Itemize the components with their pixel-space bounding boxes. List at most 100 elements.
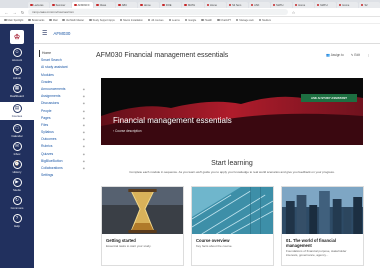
course-description-link[interactable]: › Course description [113,129,142,133]
dashboard-icon: ▦ [12,84,22,93]
edit-button[interactable]: ✎ Edit [351,53,360,57]
star-icon[interactable]: ☆ [291,10,296,15]
global-nav-history[interactable]: ⌚ History [0,160,34,174]
banner-mountain-image [101,78,363,145]
global-nav-admin[interactable]: ⚒ Admin [0,66,34,80]
tab-label: Home [342,3,350,7]
bookmark-label: Mail [52,18,58,22]
global-nav-calendar[interactable]: □ Calendar [0,124,34,138]
bookmark-item[interactable]: Learns [168,18,180,22]
course-nav-announcements[interactable]: Announcements ◉ [39,86,89,93]
global-nav-courses[interactable]: ▤ Courses [0,102,34,120]
module-card-world-of-financial-management[interactable]: 01. The world of financial management Fo… [281,186,364,266]
tab-label: ABC [121,3,128,7]
address-bar: ← → ↻ mmp.caas.mmmm/courses/mm ☆ [0,8,380,17]
card-title: 01. The world of financial management [286,238,337,248]
global-nav-help[interactable]: ? Help [0,214,34,228]
forward-icon[interactable]: → [12,10,17,15]
tab-favicon-icon [250,3,254,7]
course-nav-smart-search[interactable]: Smart Search [39,57,89,64]
bookmark-item[interactable]: Medium [258,18,272,22]
course-nav-files[interactable]: Files ◉ [39,122,89,129]
tab-favicon-icon [360,3,364,7]
institution-logo[interactable]: ♔ [0,30,34,44]
course-nav-label: Modules [41,72,54,77]
bookmark-label: Macro Installation [123,18,143,22]
bookmark-label: Learns [172,18,180,22]
start-learning-description: Complete each module in sequence. As you… [129,170,335,174]
bookmark-item[interactable]: Vat Math Master [62,19,84,22]
course-nav-label: Discussions [41,101,60,106]
course-nav-collaborations[interactable]: Collaborations ◉ [39,165,89,172]
bookmark-item[interactable]: Mail [49,19,57,22]
reload-icon[interactable]: ↻ [20,10,25,15]
module-card-getting-started[interactable]: Getting started Essential tasks to start… [101,186,184,266]
bookmark-label: Study Support Apps [92,18,115,22]
bookmark-item[interactable]: Manage web [235,18,254,22]
course-nav-ai-study-assistant[interactable]: AI study assistant [39,64,89,71]
bookmark-icon [89,18,92,22]
tab-favicon-icon [140,3,143,7]
bookmark-item[interactable]: ChatGPT [217,19,231,22]
global-nav-label: Inbox [13,152,21,156]
tab-favicon-icon [118,3,121,7]
module-card-course-overview[interactable]: Course overview Key facts about the cour… [191,186,274,266]
breadcrumb-course[interactable]: AFM030 [53,31,70,36]
bookmark-item[interactable]: Study Support Apps [89,19,115,22]
tab-favicon-icon [316,3,320,7]
course-nav: Home Smart Search AI study assistant Module… [39,50,89,179]
bookmark-item[interactable]: Google [184,19,196,22]
course-nav-rubrics[interactable]: Rubrics ◉ [39,143,89,150]
bookmark-item[interactable]: Main Spotlight [4,19,23,22]
global-nav-inbox[interactable]: ✉ Inbox [0,142,34,156]
global-nav-commons[interactable]: ↻ Commons [0,196,34,210]
course-nav-grades[interactable]: Grades [39,79,89,86]
bookmark-item[interactable]: Health [201,19,212,22]
global-nav-dashboard[interactable]: ▦ Dashboard [0,84,34,98]
course-nav-bigbluebutton[interactable]: BigBlueButton ◉ [39,158,89,165]
tab-bar: Lectures Summer AFM030 F Class ABC Home DOE MAT… [0,0,380,8]
inbox-icon: ✉ [12,142,22,151]
course-nav-assignments[interactable]: Assignments ◉ [39,93,89,100]
menu-toggle-icon[interactable]: ☰ [42,30,47,37]
course-nav-outcomes[interactable]: Outcomes ◉ [39,136,89,143]
tab-favicon-icon [228,3,232,7]
more-options-icon[interactable]: ⋮ [367,53,370,57]
history-icon: ⌚ [12,160,22,169]
course-nav-label: Files [41,122,49,127]
course-nav-settings[interactable]: Settings [39,172,89,179]
global-nav-studio[interactable]: ▶ Studio [0,178,34,192]
bookmark-icon [235,18,239,22]
course-nav-discussions[interactable]: Discussions ◉ [39,100,89,107]
ask-ai-assistant-button[interactable]: ASK AI STUDY ASSISTANT [301,94,357,102]
course-nav-pages[interactable]: Pages ◉ [39,115,89,122]
admin-icon: ⚒ [12,66,22,75]
bookmark-item[interactable]: Bookmarks [28,19,44,22]
global-nav-account[interactable]: ☺ Account [0,48,34,62]
assign-to-button[interactable]: 👥 Assign to [326,53,344,57]
course-nav-home[interactable]: Home [39,50,89,58]
bookmark-icon [201,18,204,22]
bookmark-label: Medium [262,18,272,22]
card-image-glass-building [192,187,273,235]
bookmark-label: ChatGPT [220,18,231,22]
course-nav-quizzes[interactable]: Quizzes ◉ [39,151,89,158]
course-nav-syllabus[interactable]: Syllabus ◉ [39,129,89,136]
bookmark-item[interactable]: Macro Installation [119,18,143,22]
page-title: AFM030 Financial management essentials [96,52,229,59]
tab-label: MATH [187,3,196,7]
course-nav-modules[interactable]: Modules [39,72,89,79]
card-image-hourglass [102,187,183,234]
course-nav-label: Announcements [41,86,66,91]
url-input[interactable]: mmp.caas.mmmm/courses/mm [28,9,288,15]
back-icon[interactable]: ← [4,10,9,15]
card-title: Getting started [106,238,136,243]
bookmark-item[interactable]: All courses [147,18,164,22]
bookmark-icon [147,18,151,22]
course-nav-people[interactable]: People ◉ [39,108,89,115]
hidden-eye-icon: ◉ [82,109,85,113]
courses-icon: ▤ [12,104,22,113]
bookmark-label: Manage web [239,18,254,22]
hidden-eye-icon: ◉ [82,167,85,170]
hidden-eye-icon: ◉ [82,138,85,142]
